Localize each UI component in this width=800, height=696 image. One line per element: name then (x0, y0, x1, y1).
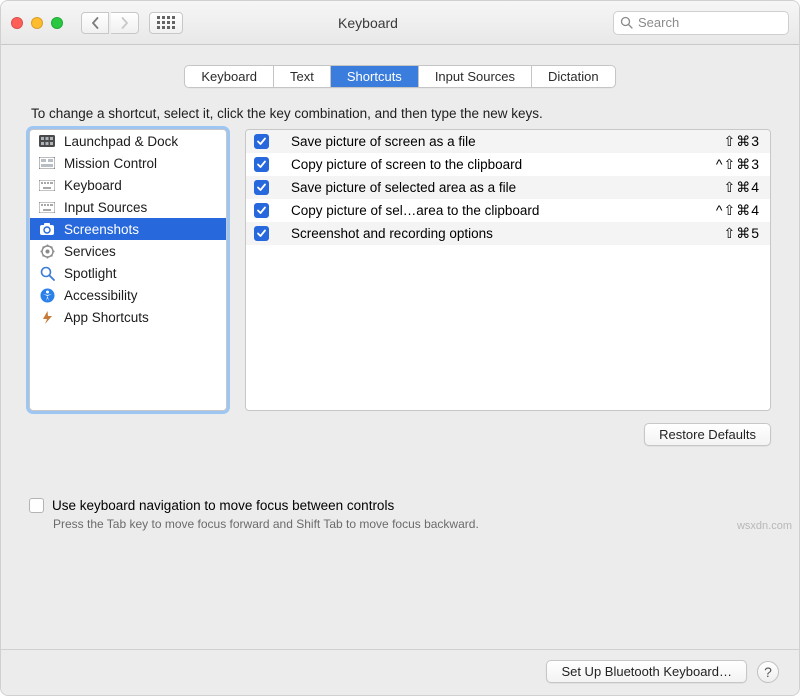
sidebar-item-label: Accessibility (64, 288, 138, 303)
shortcut-row[interactable]: Copy picture of screen to the clipboard … (246, 153, 770, 176)
sidebar-item-screenshots[interactable]: Screenshots (30, 218, 226, 240)
tab-shortcuts[interactable]: Shortcuts (331, 66, 419, 87)
kb-nav-hint: Press the Tab key to move focus forward … (53, 517, 771, 531)
kb-nav-label: Use keyboard navigation to move focus be… (52, 498, 394, 513)
nav-buttons (81, 12, 139, 34)
sidebar-item-label: App Shortcuts (64, 310, 149, 325)
sidebar-item-label: Mission Control (64, 156, 157, 171)
shortcut-label: Copy picture of sel…area to the clipboar… (291, 203, 708, 218)
tab-keyboard[interactable]: Keyboard (185, 66, 274, 87)
kb-nav-checkbox[interactable] (29, 498, 44, 513)
shortcut-row[interactable]: Save picture of screen as a file ⇧⌘3 (246, 130, 770, 153)
instruction-text: To change a shortcut, select it, click t… (31, 106, 771, 121)
tab-input-sources[interactable]: Input Sources (419, 66, 532, 87)
shortcut-row[interactable]: Copy picture of sel…area to the clipboar… (246, 199, 770, 222)
shortcut-label: Screenshot and recording options (291, 226, 715, 241)
search-placeholder: Search (638, 15, 679, 30)
sidebar-item-launchpad[interactable]: Launchpad & Dock (30, 130, 226, 152)
tab-text[interactable]: Text (274, 66, 331, 87)
back-button[interactable] (81, 12, 109, 34)
kb-nav-row: Use keyboard navigation to move focus be… (29, 498, 771, 513)
window: Keyboard Search Keyboard Text Shortcuts … (0, 0, 800, 696)
enable-checkbox[interactable] (254, 157, 269, 172)
mission-control-icon (38, 155, 56, 171)
launchpad-icon (38, 133, 56, 149)
restore-defaults-button[interactable]: Restore Defaults (644, 423, 771, 446)
tab-bar: Keyboard Text Shortcuts Input Sources Di… (184, 65, 615, 88)
spotlight-icon (38, 265, 56, 281)
chevron-left-icon (91, 17, 100, 29)
search-icon (620, 16, 633, 29)
sidebar-item-label: Spotlight (64, 266, 117, 281)
sidebar-item-label: Screenshots (64, 222, 139, 237)
sidebar-item-mission-control[interactable]: Mission Control (30, 152, 226, 174)
footer: Set Up Bluetooth Keyboard… ? (1, 649, 799, 695)
enable-checkbox[interactable] (254, 226, 269, 241)
shortcut-label: Save picture of screen as a file (291, 134, 715, 149)
shortcut-keys[interactable]: ^⇧⌘3 (708, 156, 760, 173)
shortcut-keys[interactable]: ⇧⌘4 (715, 179, 760, 196)
zoom-icon[interactable] (51, 17, 63, 29)
app-shortcuts-icon (38, 309, 56, 325)
shortcut-list[interactable]: Save picture of screen as a file ⇧⌘3 Cop… (245, 129, 771, 411)
input-sources-icon (38, 199, 56, 215)
grid-icon (157, 16, 175, 29)
restore-row: Restore Defaults (29, 423, 771, 446)
shortcut-row[interactable]: Save picture of selected area as a file … (246, 176, 770, 199)
shortcut-label: Copy picture of screen to the clipboard (291, 157, 708, 172)
kb-nav-section: Use keyboard navigation to move focus be… (29, 498, 771, 531)
show-all-button[interactable] (149, 12, 183, 34)
window-controls (11, 17, 63, 29)
screenshots-icon (38, 221, 56, 237)
search-input[interactable]: Search (613, 11, 789, 35)
minimize-icon[interactable] (31, 17, 43, 29)
panes: Launchpad & Dock Mission Control Keyboar… (29, 129, 771, 411)
shortcut-row[interactable]: Screenshot and recording options ⇧⌘5 (246, 222, 770, 245)
content-area: Keyboard Text Shortcuts Input Sources Di… (1, 45, 799, 649)
sidebar-item-label: Keyboard (64, 178, 122, 193)
sidebar-item-services[interactable]: Services (30, 240, 226, 262)
services-icon (38, 243, 56, 259)
sidebar-item-input-sources[interactable]: Input Sources (30, 196, 226, 218)
shortcut-keys[interactable]: ^⇧⌘4 (708, 202, 760, 219)
tab-dictation[interactable]: Dictation (532, 66, 615, 87)
category-sidebar[interactable]: Launchpad & Dock Mission Control Keyboar… (29, 129, 227, 411)
enable-checkbox[interactable] (254, 203, 269, 218)
forward-button[interactable] (111, 12, 139, 34)
help-button[interactable]: ? (757, 661, 779, 683)
keyboard-icon (38, 177, 56, 193)
sidebar-item-label: Services (64, 244, 116, 259)
titlebar: Keyboard Search (1, 1, 799, 45)
shortcut-label: Save picture of selected area as a file (291, 180, 715, 195)
sidebar-item-keyboard[interactable]: Keyboard (30, 174, 226, 196)
sidebar-item-label: Launchpad & Dock (64, 134, 178, 149)
shortcut-keys[interactable]: ⇧⌘3 (715, 133, 760, 150)
watermark: wsxdn.com (737, 520, 792, 532)
setup-bluetooth-button[interactable]: Set Up Bluetooth Keyboard… (546, 660, 747, 683)
shortcut-keys[interactable]: ⇧⌘5 (715, 225, 760, 242)
enable-checkbox[interactable] (254, 134, 269, 149)
enable-checkbox[interactable] (254, 180, 269, 195)
accessibility-icon (38, 287, 56, 303)
close-icon[interactable] (11, 17, 23, 29)
sidebar-item-app-shortcuts[interactable]: App Shortcuts (30, 306, 226, 328)
sidebar-item-spotlight[interactable]: Spotlight (30, 262, 226, 284)
window-title: Keyboard (193, 15, 603, 31)
sidebar-item-accessibility[interactable]: Accessibility (30, 284, 226, 306)
chevron-right-icon (120, 17, 129, 29)
sidebar-item-label: Input Sources (64, 200, 147, 215)
